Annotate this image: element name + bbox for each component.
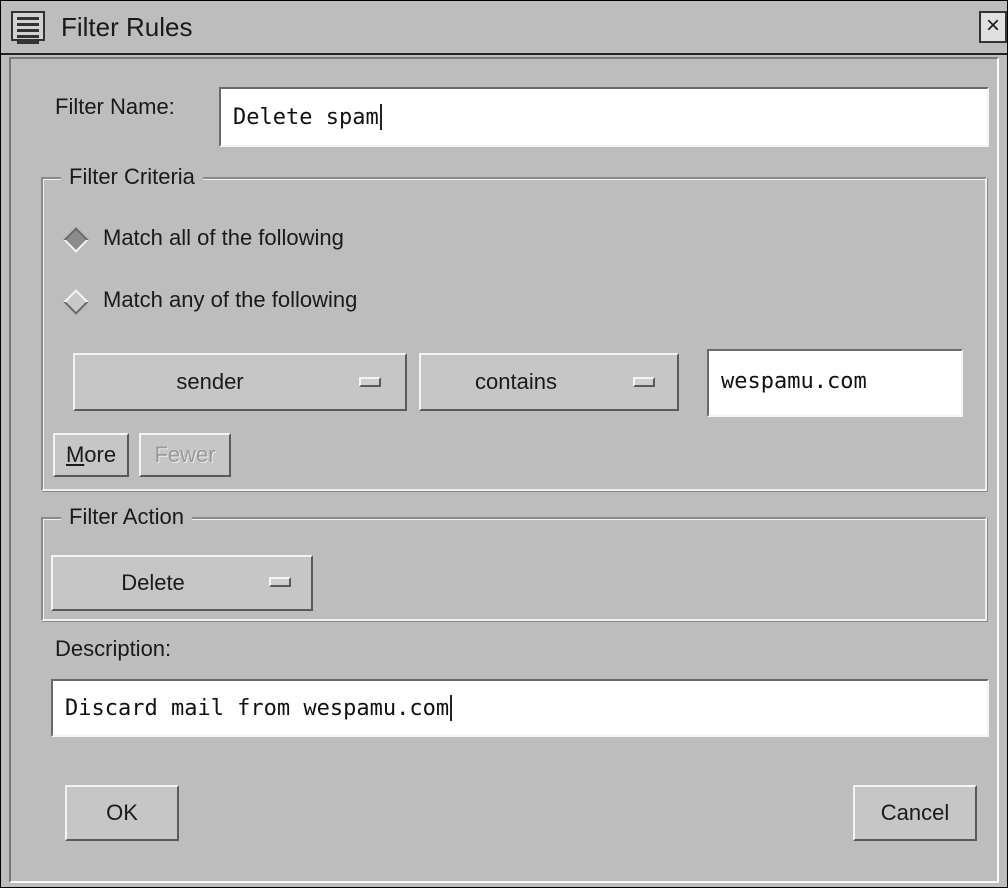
- filter-name-field[interactable]: Delete spam: [219, 87, 989, 147]
- fewer-button-label: Fewer: [154, 442, 216, 467]
- diamond-radio-icon: [63, 227, 89, 253]
- criteria-field-value: sender: [176, 369, 244, 394]
- window-title: Filter Rules: [61, 12, 193, 42]
- criteria-field-option-menu[interactable]: sender: [73, 353, 407, 411]
- filter-action-group: Filter Action Delete: [41, 503, 987, 621]
- cancel-button[interactable]: Cancel: [853, 785, 977, 841]
- option-menu-indicator-icon: [269, 577, 291, 587]
- option-menu-indicator-icon: [359, 377, 381, 387]
- ok-button-label: OK: [106, 800, 138, 825]
- more-button-label: More: [65, 442, 117, 467]
- dialog-body: Filter Name: Delete spam Filter Criteria…: [9, 57, 999, 883]
- criteria-operator-option-menu[interactable]: contains: [419, 353, 679, 411]
- description-field[interactable]: Discard mail from wespamu.com: [51, 679, 989, 737]
- action-value: Delete: [121, 570, 185, 595]
- window-menu-icon[interactable]: [11, 11, 45, 44]
- match-all-radio[interactable]: Match all of the following: [61, 223, 441, 253]
- close-icon[interactable]: ×: [979, 11, 1007, 43]
- filter-rules-window: Filter Rules × Filter Name: Delete spam …: [0, 0, 1008, 888]
- ok-button[interactable]: OK: [65, 785, 179, 841]
- criteria-value-field[interactable]: wespamu.com: [707, 349, 963, 417]
- cancel-button-label: Cancel: [880, 800, 950, 825]
- title-bar[interactable]: Filter Rules ×: [1, 1, 1007, 55]
- option-menu-indicator-icon: [633, 377, 655, 387]
- match-any-radio[interactable]: Match any of the following: [61, 285, 461, 315]
- diamond-radio-icon: [63, 289, 89, 315]
- description-label: Description:: [55, 636, 172, 661]
- filter-action-title: Filter Action: [61, 503, 192, 531]
- text-cursor: [450, 695, 453, 721]
- filter-criteria-group: Filter Criteria Match all of the followi…: [41, 163, 987, 491]
- criteria-operator-value: contains: [475, 369, 557, 394]
- description-value: Discard mail from wespamu.com: [65, 696, 450, 721]
- filter-name-label: Filter Name:: [55, 94, 175, 119]
- action-option-menu[interactable]: Delete: [51, 555, 313, 611]
- filter-criteria-title: Filter Criteria: [61, 163, 203, 191]
- match-all-label: Match all of the following: [103, 225, 344, 250]
- text-cursor: [379, 104, 382, 130]
- filter-name-value: Delete spam: [233, 105, 379, 130]
- more-button[interactable]: More: [53, 433, 129, 477]
- criteria-value-text: wespamu.com: [721, 369, 867, 394]
- fewer-button: Fewer: [139, 433, 231, 477]
- match-any-label: Match any of the following: [103, 287, 358, 312]
